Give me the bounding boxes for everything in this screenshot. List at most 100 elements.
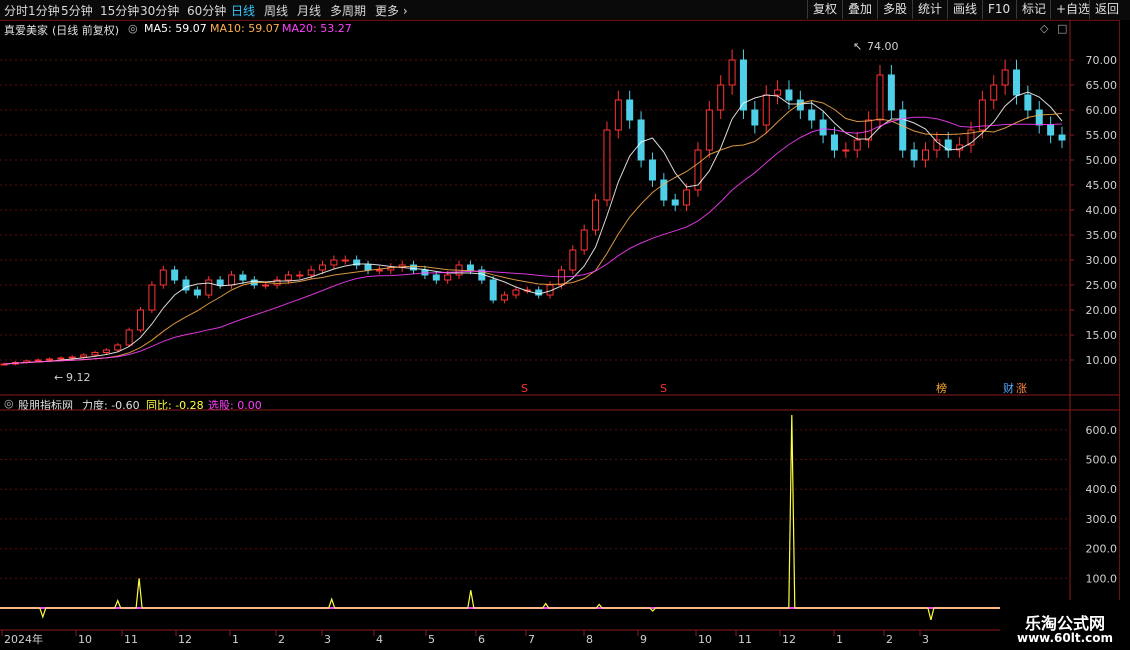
period-tab-1min[interactable]: 1分钟 bbox=[28, 2, 60, 19]
x-tick-label: 4 bbox=[376, 633, 383, 646]
low-price-marker: 9.12 bbox=[66, 371, 91, 384]
x-tick-label: 1 bbox=[836, 633, 843, 646]
candle-body bbox=[910, 149, 918, 161]
candle-body bbox=[307, 269, 315, 276]
x-tick-label: 9 bbox=[640, 633, 647, 646]
candle-body bbox=[228, 274, 236, 286]
indicator-tick-label: 500.0 bbox=[1086, 454, 1118, 467]
price-tick-label: 60.00 bbox=[1086, 104, 1118, 117]
low-arrow-icon: ← bbox=[54, 371, 63, 384]
price-tick-label: 15.00 bbox=[1086, 329, 1118, 342]
candle-body bbox=[341, 259, 349, 262]
candle-body bbox=[80, 354, 88, 358]
candle-body bbox=[717, 84, 725, 111]
candle-body bbox=[216, 279, 224, 286]
candle-body bbox=[489, 279, 497, 301]
candle-body bbox=[762, 94, 770, 126]
x-tick-label: 3 bbox=[324, 633, 331, 646]
candle-body bbox=[91, 352, 99, 356]
candle-body bbox=[319, 264, 327, 271]
x-tick-label: 2 bbox=[278, 633, 285, 646]
f10-button[interactable]: F10 bbox=[982, 0, 1015, 19]
back-button[interactable]: 返回 bbox=[1089, 0, 1124, 19]
candle-body bbox=[57, 357, 65, 360]
candle-body bbox=[375, 269, 383, 272]
candle-body bbox=[512, 289, 520, 296]
period-tab-5min[interactable]: 5分钟 bbox=[61, 2, 93, 19]
fuquan-button[interactable]: 复权 bbox=[807, 0, 842, 19]
candle-body bbox=[830, 134, 838, 151]
candle-body bbox=[592, 199, 600, 231]
candle-body bbox=[1035, 109, 1043, 126]
candle-body bbox=[637, 119, 645, 161]
candle-body bbox=[114, 344, 122, 351]
candle-body bbox=[68, 356, 76, 359]
period-tab-more[interactable]: 更多 › bbox=[375, 2, 408, 19]
indicator-tick-label: 200.0 bbox=[1086, 543, 1118, 556]
candle-body bbox=[990, 84, 998, 101]
right-side-strip bbox=[1119, 20, 1130, 600]
indicator-y-axis: 600.0 500.0 400.0 300.0 200.0 100.0 bbox=[1086, 424, 1118, 585]
candle-body bbox=[1012, 69, 1020, 96]
multi-stock-button[interactable]: 多股 bbox=[877, 0, 912, 19]
limit-up-marker: 涨 bbox=[1016, 382, 1027, 395]
indicator-tick-label: 100.0 bbox=[1086, 572, 1118, 585]
period-tab-monthly[interactable]: 月线 bbox=[297, 2, 321, 19]
price-tick-label: 10.00 bbox=[1086, 354, 1118, 367]
signal-marker-s1: S bbox=[521, 382, 528, 395]
x-tick-label: 10 bbox=[78, 633, 92, 646]
candle-body bbox=[774, 89, 782, 96]
date-x-axis: 2024年 10 11 12 1 2 3 4 5 6 7 8 9 10 11 12 1 2 3 bbox=[0, 629, 1120, 646]
candle-body bbox=[728, 59, 736, 86]
period-tab-weekly[interactable]: 周线 bbox=[264, 2, 288, 19]
candle-body bbox=[364, 264, 372, 271]
price-tick-label: 65.00 bbox=[1086, 79, 1118, 92]
price-y-axis: 70.00 65.00 60.00 55.00 50.00 45.00 40.00 35.00… bbox=[1069, 20, 1118, 630]
price-tick-label: 20.00 bbox=[1086, 304, 1118, 317]
candle-body bbox=[125, 329, 133, 346]
period-tab-30min[interactable]: 30分钟 bbox=[140, 2, 179, 19]
candle-body bbox=[193, 289, 201, 296]
chart-area[interactable]: 70.00 65.00 60.00 55.00 50.00 45.00 40.00 35.00… bbox=[0, 20, 1120, 650]
draw-line-button[interactable]: 画线 bbox=[947, 0, 982, 19]
x-tick-label: 11 bbox=[124, 633, 138, 646]
period-tab-daily[interactable]: 日线 bbox=[231, 2, 255, 19]
period-tab-15min[interactable]: 15分钟 bbox=[100, 2, 139, 19]
candle-body bbox=[284, 274, 292, 281]
candle-body bbox=[102, 349, 110, 353]
candle-body bbox=[899, 109, 907, 151]
statistics-button[interactable]: 统计 bbox=[912, 0, 947, 19]
x-tick-label: 7 bbox=[528, 633, 535, 646]
signal-marker-s2: S bbox=[660, 382, 667, 395]
candle-body bbox=[876, 74, 884, 121]
chevron-right-icon: › bbox=[402, 4, 408, 18]
more-label: 更多 bbox=[375, 4, 400, 18]
candle-body bbox=[785, 89, 793, 101]
candlestick-series bbox=[0, 49, 1066, 366]
x-tick-label: 12 bbox=[782, 633, 796, 646]
candle-body bbox=[671, 199, 679, 206]
period-tab-60min[interactable]: 60分钟 bbox=[187, 2, 226, 19]
candle-body bbox=[580, 229, 588, 251]
x-tick-label: 3 bbox=[922, 633, 929, 646]
candle-body bbox=[34, 359, 42, 362]
mark-button[interactable]: 标记 bbox=[1016, 0, 1051, 19]
candle-body bbox=[262, 284, 270, 287]
overlay-button[interactable]: 叠加 bbox=[842, 0, 877, 19]
candle-body bbox=[853, 139, 861, 151]
indicator-series bbox=[0, 414, 1070, 621]
candle-body bbox=[1024, 94, 1032, 111]
period-tab-multi[interactable]: 多周期 bbox=[330, 2, 366, 19]
candle-body bbox=[626, 99, 634, 121]
high-price-marker: 74.00 bbox=[867, 40, 899, 53]
indicator-line bbox=[0, 414, 1070, 621]
candle-body bbox=[921, 149, 929, 161]
grid-lines bbox=[0, 59, 1120, 579]
candle-body bbox=[557, 269, 565, 286]
price-tick-label: 40.00 bbox=[1086, 204, 1118, 217]
candle-body bbox=[46, 358, 54, 361]
ranking-marker: 榜 bbox=[936, 381, 947, 395]
x-tick-label: 2 bbox=[886, 633, 893, 646]
price-tick-label: 35.00 bbox=[1086, 229, 1118, 242]
period-tab-fenshi[interactable]: 分时 bbox=[4, 2, 28, 19]
